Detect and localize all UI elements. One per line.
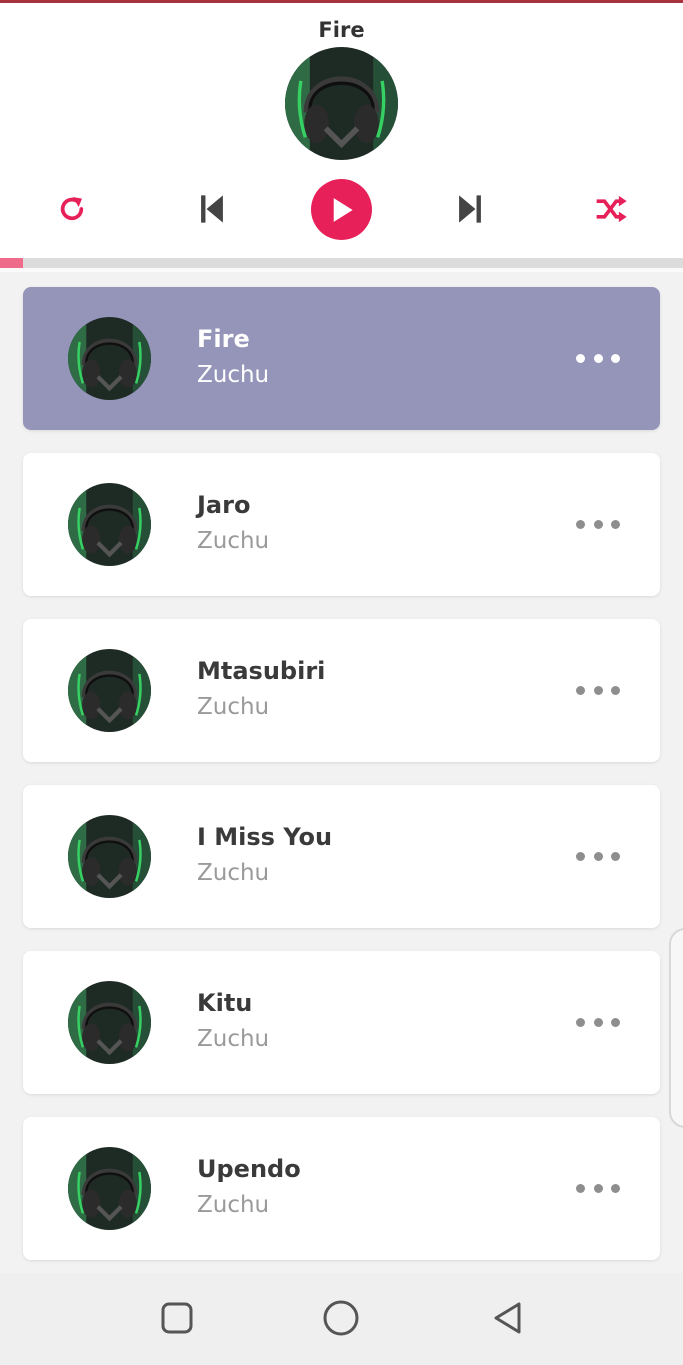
repeat-icon (56, 193, 88, 225)
more-options-button[interactable] (576, 679, 620, 701)
song-title: I Miss You (197, 823, 333, 851)
more-horizontal-icon (576, 353, 620, 363)
song-card[interactable]: Jaro Zuchu (23, 453, 660, 596)
song-thumbnail (68, 815, 151, 898)
shuffle-icon (594, 194, 628, 224)
nav-home-button[interactable] (318, 1297, 364, 1343)
playback-progress-fill (0, 258, 23, 268)
now-playing-panel: Fire (0, 3, 683, 258)
song-title: Jaro (197, 491, 251, 519)
square-icon (160, 1301, 194, 1339)
song-card[interactable]: I Miss You Zuchu (23, 785, 660, 928)
more-options-button[interactable] (576, 1011, 620, 1033)
nav-back-button[interactable] (484, 1297, 530, 1343)
more-options-button[interactable] (576, 513, 620, 535)
next-button[interactable] (448, 187, 492, 231)
playback-progress-bar[interactable] (0, 258, 683, 268)
song-thumbnail (68, 649, 151, 732)
progress-divider (0, 268, 683, 272)
side-edge-handle[interactable] (669, 928, 683, 1128)
repeat-button[interactable] (50, 187, 94, 231)
song-artist: Zuchu (197, 362, 270, 388)
song-title: Mtasubiri (197, 657, 326, 685)
shuffle-button[interactable] (589, 187, 633, 231)
more-horizontal-icon (576, 685, 620, 695)
song-title: Kitu (197, 989, 253, 1017)
song-title: Fire (197, 325, 250, 353)
more-options-button[interactable] (576, 347, 620, 369)
song-artist: Zuchu (197, 528, 270, 554)
song-card[interactable]: Kitu Zuchu (23, 951, 660, 1094)
more-horizontal-icon (576, 519, 620, 529)
song-thumbnail (68, 981, 151, 1064)
more-horizontal-icon (576, 1017, 620, 1027)
song-card[interactable]: Upendo Zuchu (23, 1117, 660, 1260)
song-artist: Zuchu (197, 1192, 270, 1218)
skip-previous-icon (198, 194, 226, 224)
play-icon (330, 197, 354, 223)
triangle-back-icon (490, 1300, 524, 1340)
song-title: Upendo (197, 1155, 301, 1183)
more-options-button[interactable] (576, 845, 620, 867)
now-playing-title: Fire (318, 18, 365, 42)
song-thumbnail (68, 1147, 151, 1230)
more-horizontal-icon (576, 1183, 620, 1193)
more-horizontal-icon (576, 851, 620, 861)
more-options-button[interactable] (576, 1177, 620, 1199)
song-artist: Zuchu (197, 1026, 270, 1052)
song-card[interactable]: Mtasubiri Zuchu (23, 619, 660, 762)
song-thumbnail (68, 317, 151, 400)
play-button[interactable] (311, 179, 372, 240)
song-card[interactable]: Fire Zuchu (23, 287, 660, 430)
previous-button[interactable] (190, 187, 234, 231)
song-artist: Zuchu (197, 860, 270, 886)
skip-next-icon (456, 194, 484, 224)
system-navigation-bar (0, 1273, 683, 1365)
song-thumbnail (68, 483, 151, 566)
album-art (285, 47, 398, 160)
nav-recents-button[interactable] (154, 1297, 200, 1343)
song-artist: Zuchu (197, 694, 270, 720)
circle-icon (322, 1299, 360, 1341)
